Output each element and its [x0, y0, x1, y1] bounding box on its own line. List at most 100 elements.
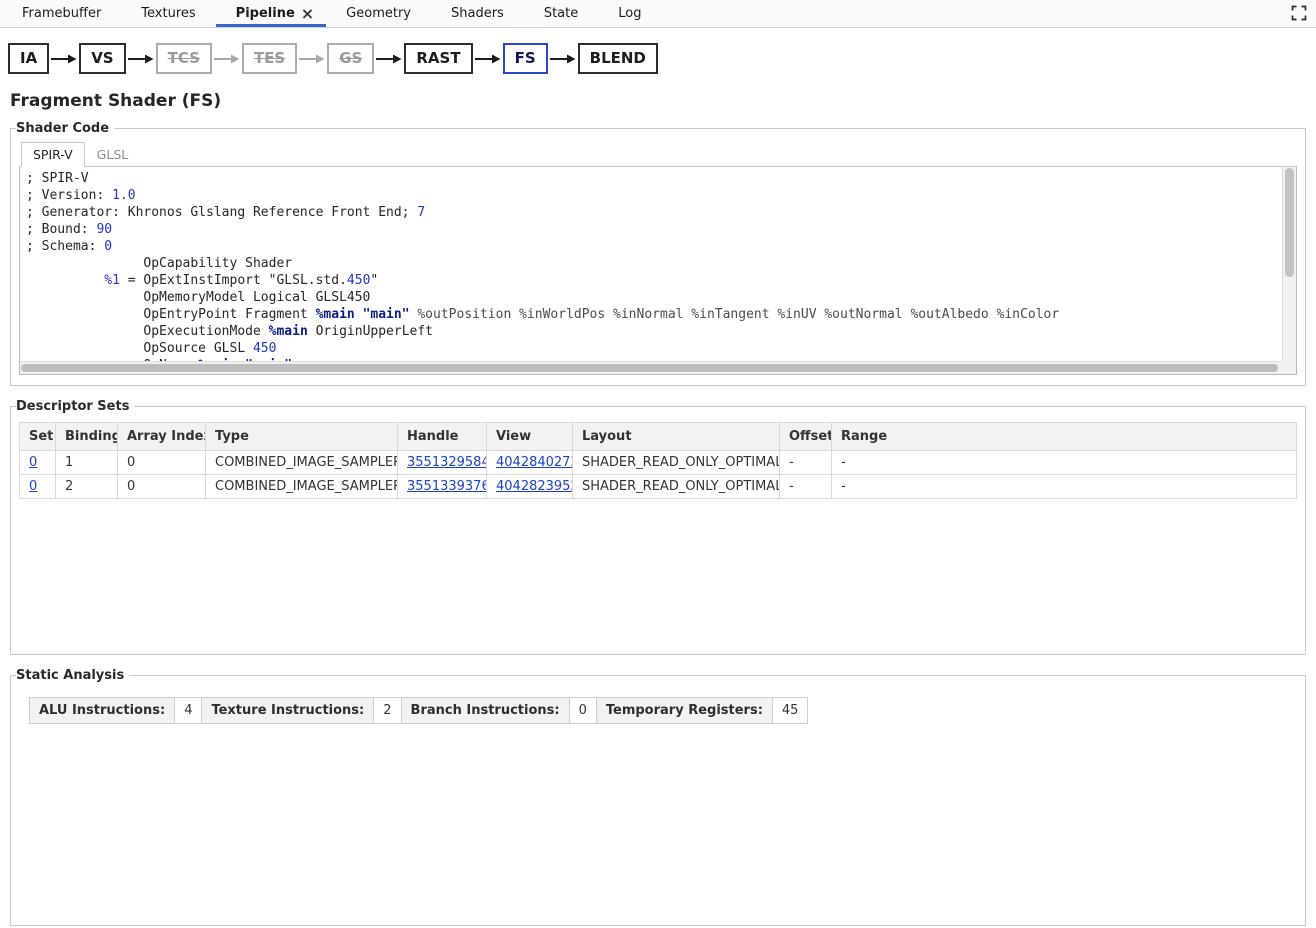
fullscreen-button[interactable]: [1290, 5, 1308, 23]
metric-label: Texture Instructions:: [202, 698, 374, 724]
table-cell: 2: [56, 475, 118, 499]
column-header: Array Index: [118, 423, 206, 451]
page-title: Fragment Shader (FS): [10, 91, 1306, 111]
static-analysis-section: Static Analysis ALU Instructions:4Textur…: [10, 668, 1306, 926]
table-cell: SHADER_READ_ONLY_OPTIMAL: [573, 475, 780, 499]
tab-strip: Framebuffer Textures Pipeline × Geometry…: [2, 0, 661, 27]
horizontal-scrollbar-thumb[interactable]: [21, 364, 1278, 372]
descriptor-sets-table: SetBindingArray IndexTypeHandleViewLayou…: [19, 422, 1297, 499]
shader-code-legend: Shader Code: [16, 121, 114, 136]
shader-code-section: Shader Code SPIR-VGLSL ; SPIR-V; Version…: [10, 121, 1306, 386]
code-line: OpSource GLSL 450: [26, 340, 1290, 357]
app-root: Framebuffer Textures Pipeline × Geometry…: [0, 0, 1316, 926]
pipeline-stage-tes[interactable]: TES: [242, 43, 297, 74]
column-header: Binding: [56, 423, 118, 451]
cell-link[interactable]: 4042823952: [496, 479, 573, 494]
shader-code-view: ; SPIR-V; Version: 1.0; Generator: Khron…: [20, 167, 1296, 374]
tab-textures[interactable]: Textures: [121, 0, 215, 27]
pipeline-stage-gs[interactable]: GS: [327, 43, 374, 74]
tab-shaders[interactable]: Shaders: [431, 0, 524, 27]
pipeline-stage-blend[interactable]: BLEND: [578, 43, 658, 74]
cell-link[interactable]: 4042840272: [496, 455, 573, 470]
tab-framebuffer[interactable]: Framebuffer: [2, 0, 121, 27]
cell-link[interactable]: 0: [29, 455, 37, 470]
arrow-icon: [475, 53, 501, 65]
code-line: OpCapability Shader: [26, 255, 1290, 272]
tab-close-icon[interactable]: ×: [301, 6, 314, 22]
table-cell: 0: [118, 451, 206, 475]
arrow-icon: [214, 53, 240, 65]
table-cell: -: [780, 451, 832, 475]
tab-label: Framebuffer: [22, 6, 101, 21]
cell-link[interactable]: 3551339376: [407, 479, 487, 494]
shader-code-tabs: SPIR-VGLSL: [19, 140, 1297, 167]
metric-value: 0: [569, 698, 596, 724]
fullscreen-icon: [1291, 5, 1307, 21]
arrow-icon: [550, 53, 576, 65]
table-cell: -: [780, 475, 832, 499]
column-header: Range: [832, 423, 1297, 451]
static-analysis-table: ALU Instructions:4Texture Instructions:2…: [29, 697, 808, 724]
table-cell: 0: [118, 475, 206, 499]
pipeline-stage-tcs[interactable]: TCS: [156, 43, 212, 74]
code-line: OpMemoryModel Logical GLSL450: [26, 289, 1290, 306]
pipeline-stage-fs[interactable]: FS: [503, 43, 548, 74]
table-cell: 1: [56, 451, 118, 475]
code-tab-spir-v[interactable]: SPIR-V: [21, 142, 85, 167]
pipeline-stage-ia[interactable]: IA: [8, 43, 49, 74]
tab-label: Pipeline: [236, 6, 295, 21]
column-header: Type: [206, 423, 398, 451]
table-cell: -: [832, 475, 1297, 499]
arrow-icon: [128, 53, 154, 65]
tab-state[interactable]: State: [524, 0, 598, 27]
tab-log[interactable]: Log: [598, 0, 661, 27]
descriptor-sets-legend: Descriptor Sets: [16, 399, 134, 414]
vertical-scrollbar[interactable]: [1282, 167, 1296, 361]
descriptor-sets-section: Descriptor Sets SetBindingArray IndexTyp…: [10, 399, 1306, 655]
code-tab-glsl[interactable]: GLSL: [85, 142, 141, 167]
table-cell: -: [832, 451, 1297, 475]
cell-link[interactable]: 0: [29, 479, 37, 494]
cell-link[interactable]: 3551329584: [407, 455, 487, 470]
tab-label: Shaders: [451, 6, 504, 21]
arrow-icon: [51, 53, 77, 65]
table-row: 020COMBINED_IMAGE_SAMPLER355133937640428…: [20, 475, 1297, 499]
metric-value: 4: [175, 698, 202, 724]
metrics-row: ALU Instructions:4Texture Instructions:2…: [30, 698, 808, 724]
tab-pipeline[interactable]: Pipeline ×: [216, 0, 327, 27]
metric-label: Branch Instructions:: [401, 698, 569, 724]
shader-code-editor[interactable]: ; SPIR-V; Version: 1.0; Generator: Khron…: [19, 167, 1297, 375]
code-line: OpExecutionMode %main OriginUpperLeft: [26, 323, 1290, 340]
table-cell: 3551329584: [398, 451, 487, 475]
table-body: 010COMBINED_IMAGE_SAMPLER355132958440428…: [20, 451, 1297, 499]
code-line: OpEntryPoint Fragment %main "main" %outP…: [26, 306, 1290, 323]
arrow-icon: [376, 53, 402, 65]
table-cell: COMBINED_IMAGE_SAMPLER: [206, 475, 398, 499]
pipeline-stage-rast[interactable]: RAST: [404, 43, 472, 74]
column-header: Set: [20, 423, 56, 451]
table-header-row: SetBindingArray IndexTypeHandleViewLayou…: [20, 423, 1297, 451]
code-line: %1 = OpExtInstImport "GLSL.std.450": [26, 272, 1290, 289]
tab-label: State: [544, 6, 578, 21]
metric-value: 45: [772, 698, 808, 724]
horizontal-scrollbar[interactable]: [20, 361, 1282, 374]
tab-label: Textures: [141, 6, 195, 21]
tab-geometry[interactable]: Geometry: [326, 0, 431, 27]
table-cell: 0: [20, 475, 56, 499]
arrow-icon: [299, 53, 325, 65]
code-line: ; Version: 1.0: [26, 187, 1290, 204]
table-cell: COMBINED_IMAGE_SAMPLER: [206, 451, 398, 475]
tab-label: Log: [618, 6, 641, 21]
code-line: ; Schema: 0: [26, 238, 1290, 255]
column-header: Offset: [780, 423, 832, 451]
pipeline-stage-vs[interactable]: VS: [79, 43, 125, 74]
column-header: View: [487, 423, 573, 451]
table-cell: 0: [20, 451, 56, 475]
top-tab-bar: Framebuffer Textures Pipeline × Geometry…: [0, 0, 1316, 28]
code-line: ; Generator: Khronos Glslang Reference F…: [26, 204, 1290, 221]
vertical-scrollbar-thumb[interactable]: [1285, 168, 1294, 277]
metric-label: ALU Instructions:: [30, 698, 175, 724]
table-cell: SHADER_READ_ONLY_OPTIMAL: [573, 451, 780, 475]
metric-label: Temporary Registers:: [596, 698, 772, 724]
column-header: Handle: [398, 423, 487, 451]
